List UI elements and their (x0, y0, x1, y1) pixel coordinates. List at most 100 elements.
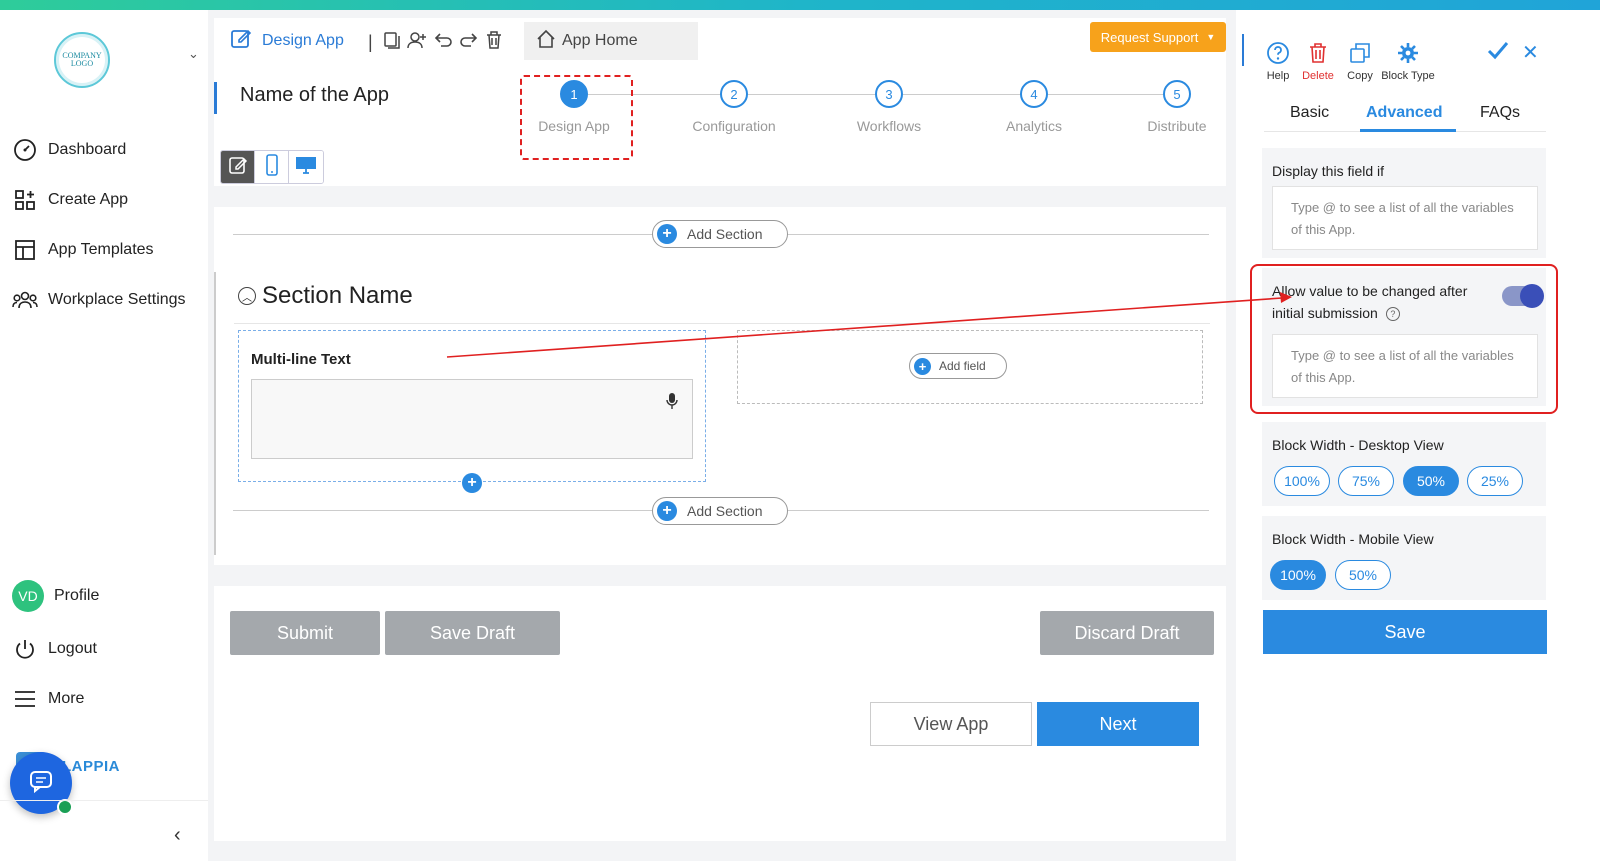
submit-button[interactable]: Submit (230, 611, 380, 655)
trash-icon[interactable] (485, 30, 503, 55)
sidebar-item-dashboard[interactable]: Dashboard (12, 136, 126, 164)
people-icon (12, 287, 38, 313)
edit-icon (228, 155, 248, 180)
step-number: 4 (1020, 80, 1048, 108)
sidebar-item-label: More (48, 690, 85, 707)
view-app-button[interactable]: View App (870, 702, 1032, 746)
step-label: Distribute (1147, 118, 1207, 134)
duplicate-icon[interactable] (383, 31, 401, 54)
power-icon (12, 636, 38, 662)
multiline-textarea[interactable] (251, 379, 693, 459)
mobile-width-50[interactable]: 50% (1335, 560, 1391, 590)
step-number: 5 (1163, 80, 1191, 108)
add-section-label: Add Section (687, 503, 763, 519)
discard-draft-button[interactable]: Discard Draft (1040, 611, 1214, 655)
sidebar-item-workplace-settings[interactable]: Workplace Settings (12, 286, 186, 314)
app-name-title[interactable]: Name of the App (240, 84, 389, 107)
add-user-icon[interactable] (406, 31, 427, 54)
confirm-check-icon[interactable] (1486, 38, 1510, 67)
edit-icon (230, 27, 252, 54)
desktop-width-50[interactable]: 50% (1403, 466, 1459, 496)
collapse-sidebar-icon[interactable]: ‹ (174, 824, 181, 847)
mobile-width-100[interactable]: 100% (1270, 560, 1326, 590)
caret-down-icon: ▼ (1206, 32, 1216, 42)
step-workflows[interactable]: 3 Workflows (839, 78, 939, 134)
step-label: Workflows (856, 118, 922, 134)
dashboard-icon (12, 137, 38, 163)
sidebar-item-label: Profile (54, 587, 100, 604)
app-home-label: App Home (562, 32, 638, 49)
copy-label: Copy (1347, 70, 1373, 82)
top-gradient-bar (0, 0, 1600, 10)
logo-text: COMPANY LOGO (62, 51, 102, 68)
company-logo[interactable]: COMPANY LOGO (54, 32, 110, 88)
edit-view-button[interactable] (221, 151, 255, 183)
tab-advanced[interactable]: Advanced (1366, 104, 1442, 122)
gear-icon (1378, 40, 1438, 66)
help-label: Help (1266, 70, 1290, 82)
templates-icon (12, 237, 38, 263)
divider (0, 800, 208, 801)
sidebar-item-label: Create App (48, 191, 129, 208)
add-field-label: Add field (939, 359, 986, 373)
sidebar-item-label: Dashboard (48, 141, 127, 158)
desktop-width-card: Block Width - Desktop View 100% 75% 50% … (1262, 422, 1546, 506)
section-indicator (214, 272, 216, 555)
add-block-below-icon[interactable]: + (462, 473, 482, 493)
display-condition-input[interactable]: Type @ to see a list of all the variable… (1272, 186, 1538, 250)
sidebar-item-label: App Templates (48, 241, 154, 258)
tab-faqs[interactable]: FAQs (1480, 104, 1520, 122)
app-home-button[interactable]: App Home (524, 22, 698, 60)
request-support-label: Request Support (1100, 29, 1199, 45)
menu-icon (12, 686, 38, 712)
chevron-down-icon[interactable]: ⌄ (188, 46, 199, 62)
sidebar-item-create-app[interactable]: Create App (12, 186, 128, 214)
sidebar-item-label: Workplace Settings (48, 291, 186, 308)
save-draft-button[interactable]: Save Draft (385, 611, 560, 655)
block-type-label: Block Type (1381, 70, 1435, 82)
step-analytics[interactable]: 4 Analytics (984, 78, 1084, 134)
avatar: VD (12, 580, 44, 612)
redo-icon[interactable] (459, 31, 479, 54)
mobile-width-card: Block Width - Mobile View 100% 50% (1262, 516, 1546, 600)
display-condition-card: Display this field if Type @ to see a li… (1262, 148, 1546, 258)
design-toolbar: | (368, 30, 503, 55)
add-section-button[interactable]: + Add Section (652, 220, 788, 248)
microphone-icon[interactable] (666, 392, 678, 415)
next-button[interactable]: Next (1037, 702, 1199, 746)
add-field-button[interactable]: + Add field (909, 353, 1007, 379)
add-section-button[interactable]: + Add Section (652, 497, 788, 525)
desktop-width-100[interactable]: 100% (1274, 466, 1330, 496)
panel-accent (1242, 34, 1244, 66)
undo-icon[interactable] (433, 31, 453, 54)
section-underline (234, 323, 1210, 324)
sidebar-item-label: Logout (48, 640, 97, 657)
step-distribute[interactable]: 5 Distribute (1127, 78, 1227, 134)
mobile-view-button[interactable] (255, 151, 289, 183)
block-settings-panel: Help Delete Copy Block Type ✕ Basic Adva… (1238, 10, 1600, 861)
step-label: Analytics (1005, 118, 1063, 134)
save-button[interactable]: Save (1263, 610, 1547, 654)
active-tab-indicator (1360, 129, 1456, 132)
add-section-label: Add Section (687, 226, 763, 242)
tab-basic[interactable]: Basic (1290, 104, 1329, 122)
sidebar-item-profile[interactable]: VD Profile (12, 580, 100, 612)
desktop-width-75[interactable]: 75% (1338, 466, 1394, 496)
close-icon[interactable]: ✕ (1522, 40, 1539, 65)
plus-icon: + (657, 224, 677, 244)
block-type-button[interactable]: Block Type (1378, 40, 1438, 82)
desktop-view-button[interactable] (289, 151, 323, 183)
view-mode-toggle (220, 150, 324, 184)
collapse-up-icon[interactable]: ︿ (238, 287, 256, 305)
plus-icon: + (914, 357, 931, 375)
sidebar-item-more[interactable]: More (12, 685, 84, 713)
multiline-text-block[interactable]: Multi-line Text + (238, 330, 706, 493)
section-title[interactable]: ︿ Section Name (238, 282, 413, 310)
sidebar-item-logout[interactable]: Logout (12, 635, 97, 663)
request-support-button[interactable]: Request Support ▼ (1090, 22, 1226, 52)
desktop-width-25[interactable]: 25% (1467, 466, 1523, 496)
tab-design-app[interactable]: Design App (230, 27, 344, 54)
sidebar-item-app-templates[interactable]: App Templates (12, 236, 154, 264)
step-configuration[interactable]: 2 Configuration (684, 78, 784, 134)
chat-icon (28, 768, 54, 799)
